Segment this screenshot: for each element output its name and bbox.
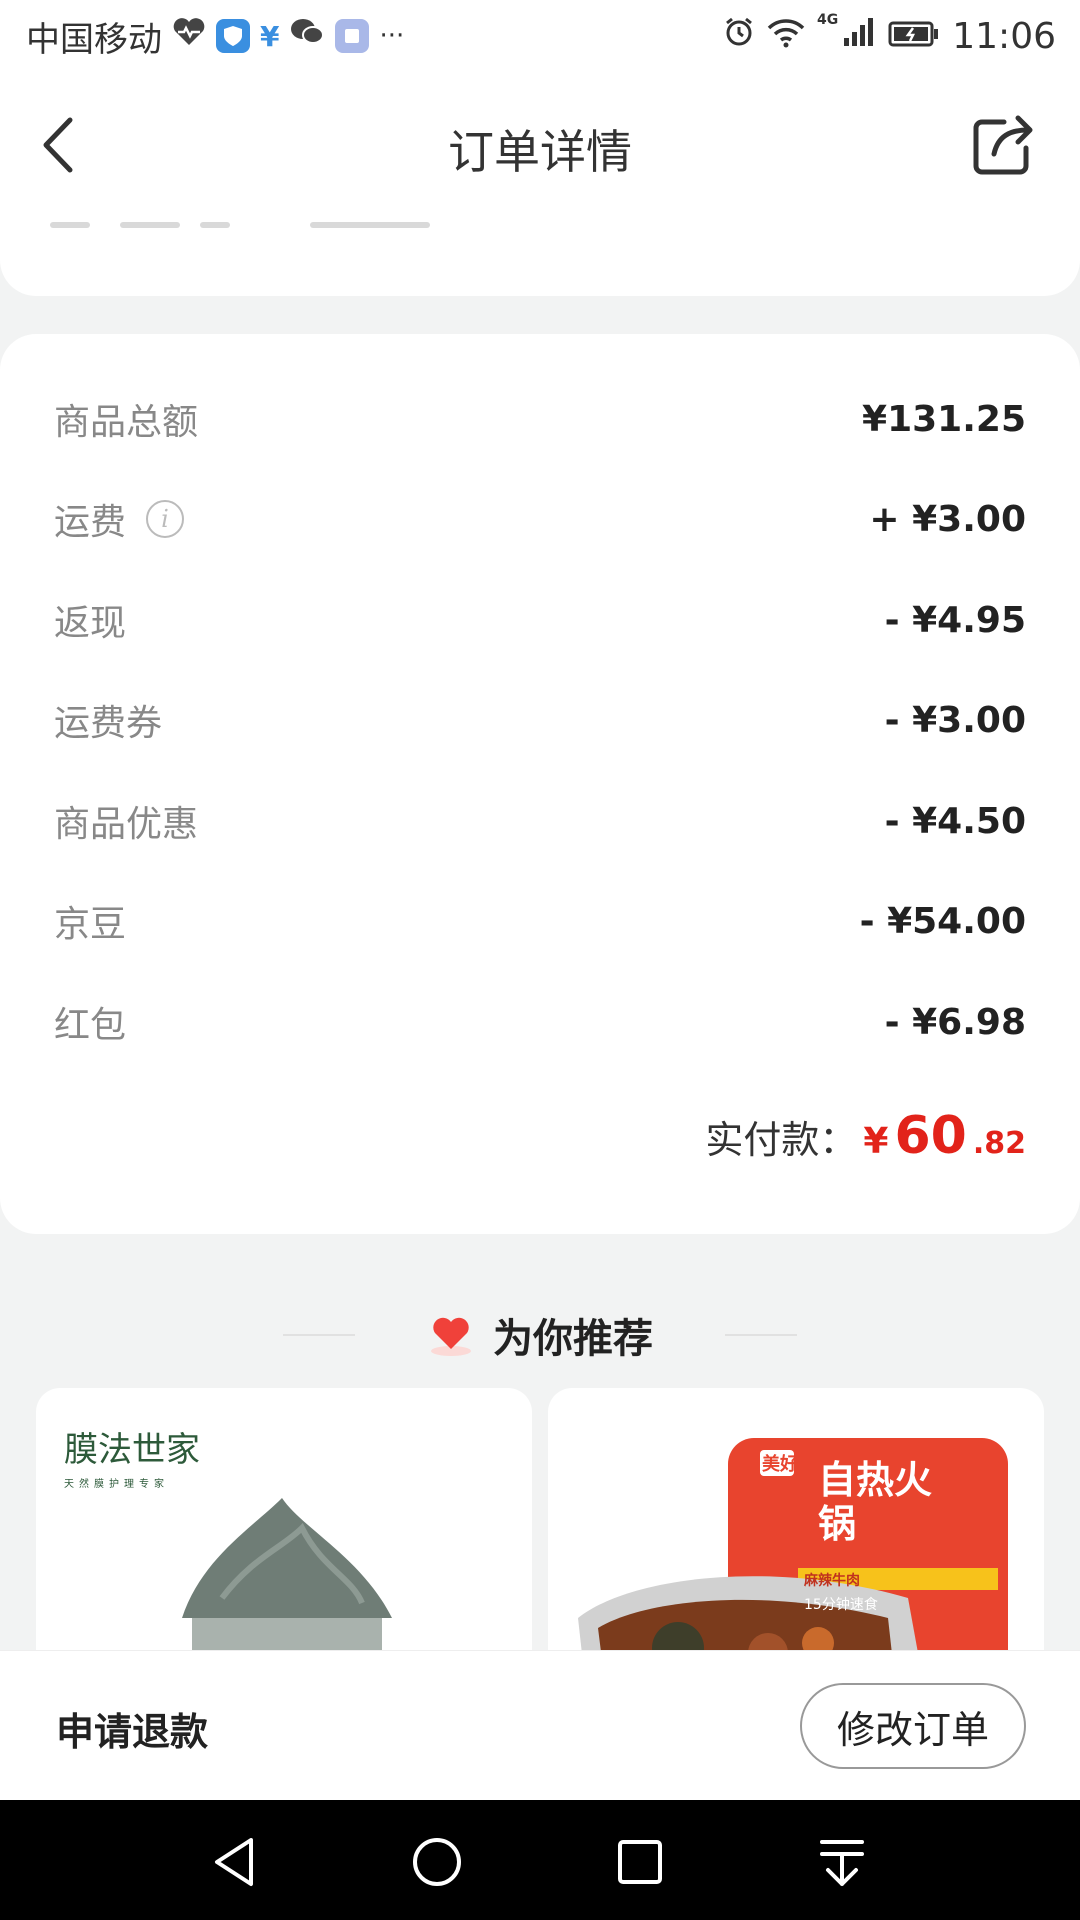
page-title: 订单详情	[448, 125, 632, 179]
heart-icon	[427, 1313, 475, 1357]
product-brand: 美好	[762, 1454, 798, 1475]
refund-button[interactable]: 申请退款	[56, 1701, 208, 1756]
row-value: - ¥3.00	[884, 699, 1026, 741]
row-label: 返现	[54, 603, 127, 644]
system-home-icon[interactable]	[407, 1832, 467, 1892]
notification-pulldown-icon[interactable]	[812, 1832, 872, 1892]
row-label: 红包	[54, 1005, 127, 1046]
row-value: - ¥4.95	[884, 599, 1026, 641]
row-value: + ¥3.00	[869, 498, 1026, 540]
product-name: 自热火锅	[818, 1458, 933, 1546]
status-right: 4G 11:06	[723, 12, 1056, 60]
status-left: 中国移动 ¥ ···	[26, 12, 404, 60]
price-row-goods-total: 商品总额 ¥131.25	[54, 389, 1026, 449]
battery-icon	[888, 16, 940, 57]
scrolled-text-remnant	[50, 222, 480, 228]
row-label: 运费券	[54, 703, 163, 744]
nav-bar: 订单详情	[0, 72, 1080, 222]
status-bar: 中国移动 ¥ ··· 4G 11:06	[0, 0, 1080, 72]
price-row-shipping: 运费 i + ¥3.00	[54, 489, 1026, 549]
health-heart-icon	[172, 16, 206, 56]
price-detail-card: 商品总额 ¥131.25 运费 i + ¥3.00 返现 - ¥4.95 运费券…	[0, 334, 1080, 1234]
system-recents-icon[interactable]	[610, 1832, 670, 1892]
signal-icon	[842, 16, 876, 57]
total-decimal: .82	[972, 1126, 1026, 1161]
row-label: 商品优惠	[54, 804, 199, 845]
shield-app-icon	[216, 19, 250, 53]
more-notifications-icon: ···	[379, 21, 405, 51]
recommend-title: 为你推荐	[493, 1316, 653, 1362]
row-value: ¥131.25	[862, 398, 1026, 440]
row-label-wrap: 运费 i	[54, 493, 185, 545]
info-icon[interactable]: i	[146, 500, 185, 538]
actual-payment: 实付款： ¥ 60 .82	[705, 1106, 1026, 1206]
order-info-card	[0, 222, 1080, 296]
total-currency: ¥	[863, 1121, 889, 1162]
total-integer: 60	[894, 1106, 967, 1166]
row-label: 运费	[54, 502, 127, 543]
alarm-icon	[723, 16, 755, 57]
modify-order-button[interactable]: 修改订单	[800, 1683, 1026, 1769]
share-button[interactable]	[968, 108, 1040, 180]
brand-logo: 膜法世家 天然膜护理专家	[64, 1422, 200, 1490]
bi-app-icon: ¥	[260, 19, 280, 53]
row-value: - ¥6.98	[884, 1001, 1026, 1043]
price-row-shipping-coupon: 运费券 - ¥3.00	[54, 690, 1026, 750]
clock-label: 11:06	[952, 15, 1056, 57]
row-value: - ¥54.00	[859, 900, 1026, 942]
system-back-icon[interactable]	[205, 1832, 265, 1892]
system-nav-bar	[0, 1800, 1080, 1920]
row-label: 商品总额	[54, 402, 199, 443]
price-row-red-packet: 红包 - ¥6.98	[54, 992, 1026, 1052]
carrier-label: 中国移动	[26, 19, 162, 60]
price-row-cashback: 返现 - ¥4.95	[54, 590, 1026, 650]
row-value: - ¥4.50	[884, 800, 1026, 842]
share-icon	[973, 115, 1033, 175]
product-note: 15分钟速食	[804, 1597, 878, 1613]
recommend-header: 为你推荐	[0, 1300, 1080, 1370]
book-app-icon	[335, 19, 370, 53]
row-label: 京豆	[54, 904, 127, 945]
product-flavor-tag: 麻辣牛肉	[804, 1573, 860, 1589]
divider-right	[725, 1334, 797, 1336]
price-row-discount: 商品优惠 - ¥4.50	[54, 791, 1026, 851]
bottom-action-bar: 申请退款 修改订单	[0, 1650, 1080, 1801]
divider-left	[283, 1334, 355, 1336]
price-row-jingdou: 京豆 - ¥54.00	[54, 891, 1026, 951]
wifi-icon	[767, 16, 805, 57]
brand-name: 膜法世家	[64, 1430, 200, 1470]
wechat-icon	[289, 16, 325, 56]
total-label: 实付款：	[705, 1118, 858, 1162]
network-type-label: 4G	[817, 12, 839, 28]
